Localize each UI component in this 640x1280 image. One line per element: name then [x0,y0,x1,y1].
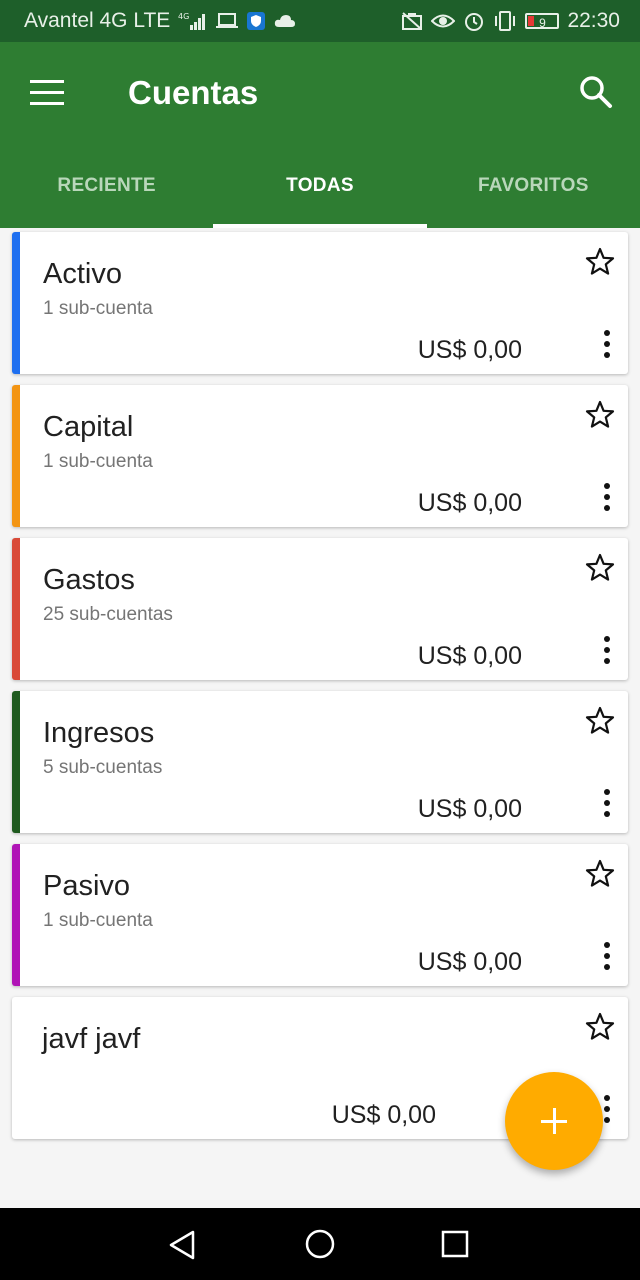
account-card-gastos[interactable]: Gastos 25 sub-cuentas US$ 0,00 [12,538,628,680]
favorite-star-icon[interactable] [584,399,616,431]
tab-todas[interactable]: TODAS [213,170,427,228]
account-list: Activo 1 sub-cuenta US$ 0,00 Capital 1 s… [12,232,628,1150]
account-card-capital[interactable]: Capital 1 sub-cuenta US$ 0,00 [12,385,628,527]
account-name: Ingresos [43,717,155,749]
more-options-icon[interactable] [600,942,614,974]
vibrate-icon [493,10,517,32]
account-card-ingresos[interactable]: Ingresos 5 sub-cuentas US$ 0,00 [12,691,628,833]
favorite-star-icon[interactable] [584,858,616,890]
more-options-icon[interactable] [600,789,614,821]
account-name: Gastos [43,564,135,596]
page-title: Cuentas [128,74,259,111]
account-subaccounts: 1 sub-cuenta [43,451,153,472]
account-balance: US$ 0,00 [417,336,522,364]
home-icon[interactable] [304,1228,336,1260]
account-card-pasivo[interactable]: Pasivo 1 sub-cuenta US$ 0,00 [12,844,628,986]
system-nav-bar [0,1208,640,1280]
more-options-icon[interactable] [600,483,614,515]
search-icon[interactable] [578,74,618,114]
account-name: Activo [43,258,122,290]
tab-bar: RECIENTE TODAS FAVORITOS [0,170,640,228]
carrier-label: Avantel 4G LTE [24,9,171,32]
account-subaccounts: 1 sub-cuenta [43,298,153,319]
status-time: 22:30 [567,9,620,32]
shield-app-icon [246,11,266,31]
more-options-icon[interactable] [600,636,614,668]
eye-icon [431,12,456,30]
favorite-star-icon[interactable] [584,705,616,737]
account-subaccounts: 5 sub-cuentas [43,757,163,778]
account-name: Capital [43,411,134,443]
account-balance: US$ 0,00 [417,948,522,976]
hamburger-menu-icon[interactable] [30,80,70,110]
favorite-star-icon[interactable] [584,552,616,584]
account-subaccounts: 25 sub-cuentas [43,604,173,625]
battery-icon: 9 [525,13,560,30]
alarm-icon [463,10,485,32]
account-name: javf javf [42,1023,141,1055]
svg-text:4G: 4G [178,12,189,21]
account-subaccounts: 1 sub-cuenta [43,910,153,931]
app-bar: Cuentas RECIENTE TODAS FAVORITOS [0,42,640,228]
account-card-activo[interactable]: Activo 1 sub-cuenta US$ 0,00 [12,232,628,374]
add-account-button[interactable] [505,1072,603,1170]
signal-icon: 4G [178,11,208,31]
laptop-icon [216,12,239,30]
account-balance: US$ 0,00 [331,1101,436,1129]
account-balance: US$ 0,00 [417,795,522,823]
favorite-star-icon[interactable] [584,246,616,278]
account-balance: US$ 0,00 [417,642,522,670]
recent-apps-icon[interactable] [441,1230,469,1258]
more-options-icon[interactable] [600,330,614,362]
tab-reciente[interactable]: RECIENTE [0,170,213,228]
back-icon[interactable] [168,1230,196,1265]
favorite-star-icon[interactable] [584,1011,616,1043]
cloud-icon [274,13,296,29]
no-sim-icon [401,11,423,31]
status-bar: Avantel 4G LTE 4G 9 22:30 [0,0,640,42]
tab-favoritos[interactable]: FAVORITOS [427,170,640,228]
account-name: Pasivo [43,870,131,902]
account-balance: US$ 0,00 [417,489,522,517]
